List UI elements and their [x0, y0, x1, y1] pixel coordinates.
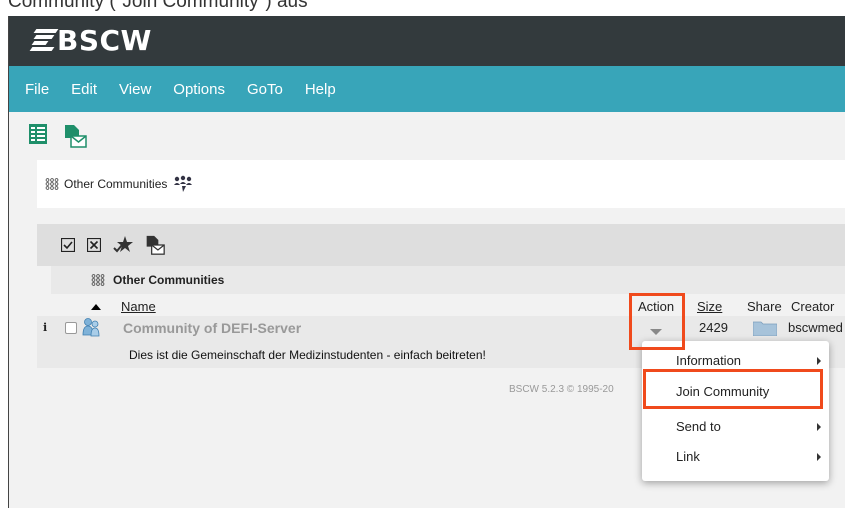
community-grid-icon: [45, 178, 59, 190]
submenu-arrow-icon: [817, 357, 821, 365]
menu-help[interactable]: Help: [305, 81, 336, 98]
menu-edit[interactable]: Edit: [71, 81, 97, 98]
community-people-icon[interactable]: [173, 175, 193, 193]
menu-item-label: Information: [676, 352, 742, 368]
brand-bar: BSCW: [9, 16, 845, 66]
top-caption: Community ("Join Community") aus: [0, 0, 845, 16]
shared-folder-icon: [753, 321, 777, 336]
menu-item-information[interactable]: Information: [642, 349, 829, 371]
menu-file[interactable]: File: [25, 81, 49, 98]
folder-title: Other Communities: [113, 273, 225, 287]
logo-mark-icon: [29, 27, 59, 53]
menu-item-label: Link: [676, 448, 700, 464]
column-share: Share: [747, 299, 782, 314]
breadcrumb-label[interactable]: Other Communities: [64, 177, 167, 191]
community-grid-icon: [91, 274, 105, 286]
send-mail-selected-icon[interactable]: [145, 235, 165, 255]
folder-header: Other Communities: [51, 266, 845, 294]
menu-item-label: Join Community: [676, 383, 770, 399]
row-checkbox[interactable]: [65, 322, 77, 334]
creator-value[interactable]: bscwmed: [788, 320, 843, 335]
menu-options[interactable]: Options: [173, 81, 225, 98]
footer-version: BSCW 5.2.3 © 1995-20: [509, 384, 614, 395]
breadcrumb: Other Communities: [37, 160, 845, 208]
browser-frame: BSCW File Edit View Options GoTo Help Ot…: [8, 16, 845, 508]
submenu-arrow-icon: [817, 453, 821, 461]
menu-view[interactable]: View: [119, 81, 151, 98]
size-value: 2429: [699, 320, 728, 335]
logo-text: BSCW: [57, 23, 152, 57]
community-description: Dies ist die Gemeinschaft der Medizinstu…: [129, 348, 486, 362]
menu-item-send-to[interactable]: Send to: [642, 415, 829, 437]
caption-text: Community ("Join Community") aus: [8, 0, 308, 12]
info-icon[interactable]: i: [43, 321, 47, 334]
menu-item-link[interactable]: Link: [642, 445, 829, 467]
column-action: Action: [638, 299, 675, 314]
bscw-logo[interactable]: BSCW: [29, 23, 152, 57]
action-dropdown-icon[interactable]: [650, 329, 662, 335]
main-toolbar: [29, 124, 87, 148]
menu-goto[interactable]: GoTo: [247, 81, 283, 98]
list-view-icon[interactable]: [29, 124, 51, 146]
community-icon: [82, 318, 100, 337]
column-creator: Creator: [791, 299, 835, 314]
menu-item-join-community[interactable]: Join Community: [642, 380, 829, 402]
highlight-star-icon[interactable]: [113, 236, 133, 254]
column-headers: Name Action Size Share Creator: [51, 296, 845, 316]
submenu-arrow-icon: [817, 423, 821, 431]
community-name-link[interactable]: Community of DEFI-Server: [123, 320, 301, 336]
select-all-checkbox-icon[interactable]: [61, 238, 75, 252]
deselect-all-checkbox-icon[interactable]: [87, 238, 101, 252]
list-toolbar: [37, 224, 845, 266]
action-context-menu: Information Join Community Send to Link: [642, 341, 829, 481]
menu-item-label: Send to: [676, 418, 721, 434]
menu-bar: File Edit View Options GoTo Help: [9, 66, 845, 112]
column-name[interactable]: Name: [121, 299, 156, 314]
send-mail-icon[interactable]: [63, 124, 87, 148]
column-size[interactable]: Size: [697, 299, 722, 314]
sort-ascending-icon[interactable]: [91, 304, 101, 310]
